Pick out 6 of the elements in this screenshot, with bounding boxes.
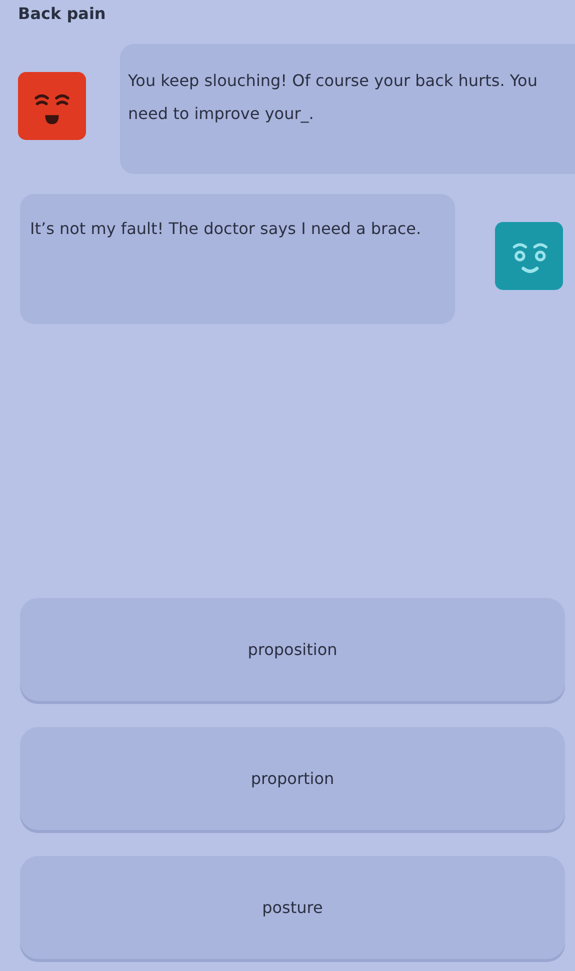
message-text: It’s not my fault! The doctor says I need a brace.	[30, 218, 422, 240]
lesson-title: Back pain	[17, 4, 107, 25]
message-text: You keep slouching! Of course your back hurts. You need to improve your_.	[128, 70, 538, 125]
answer-option[interactable]: posture	[20, 856, 565, 959]
answer-option[interactable]: proposition	[20, 598, 565, 701]
answer-option[interactable]: proportion	[20, 727, 565, 830]
